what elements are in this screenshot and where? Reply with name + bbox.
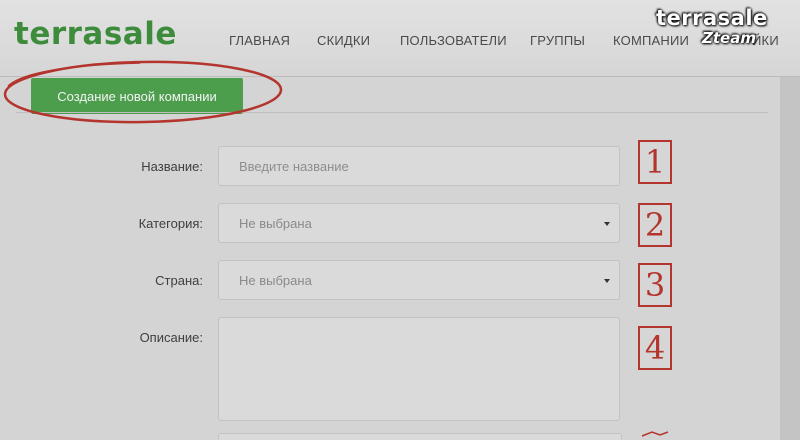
terrasale-zteam-watermark: terrasale Zteam xyxy=(656,6,796,50)
caret-down-icon xyxy=(604,222,610,226)
country-select[interactable]: Не выбрана xyxy=(218,260,620,300)
nav-item-home[interactable]: ГЛАВНАЯ xyxy=(229,33,290,48)
caret-down-icon xyxy=(604,279,610,283)
create-company-button[interactable]: Создание новой компании xyxy=(31,78,243,114)
nav-item-discounts[interactable]: СКИДКИ xyxy=(317,33,370,48)
section-divider xyxy=(16,112,768,113)
next-field-partial[interactable] xyxy=(218,433,622,440)
annotation-number-4: 4 xyxy=(638,326,672,370)
annotation-number-2: 2 xyxy=(638,203,672,247)
red-mark-stroke xyxy=(641,431,669,437)
country-label: Страна: xyxy=(155,273,203,288)
red-mark-annotation xyxy=(641,431,669,437)
name-input[interactable] xyxy=(218,146,620,186)
annotation-number-1: 1 xyxy=(638,140,672,184)
name-label: Название: xyxy=(141,159,203,174)
nav-item-groups[interactable]: ГРУППЫ xyxy=(530,33,585,48)
watermark-team: Zteam xyxy=(702,29,756,47)
country-select-value: Не выбрана xyxy=(239,273,312,288)
category-label: Категория: xyxy=(138,216,203,231)
category-select[interactable]: Не выбрана xyxy=(218,203,620,243)
category-select-value: Не выбрана xyxy=(239,216,312,231)
company-create-page: terrasale ГЛАВНАЯ СКИДКИ ПОЛЬЗОВАТЕЛИ ГР… xyxy=(0,0,800,440)
annotation-number-3: 3 xyxy=(638,263,672,307)
description-textarea[interactable] xyxy=(218,317,620,421)
description-label: Описание: xyxy=(139,330,203,345)
nav-item-users[interactable]: ПОЛЬЗОВАТЕЛИ xyxy=(400,33,507,48)
content-right-edge xyxy=(780,77,800,440)
watermark-brand: terrasale xyxy=(656,6,768,30)
